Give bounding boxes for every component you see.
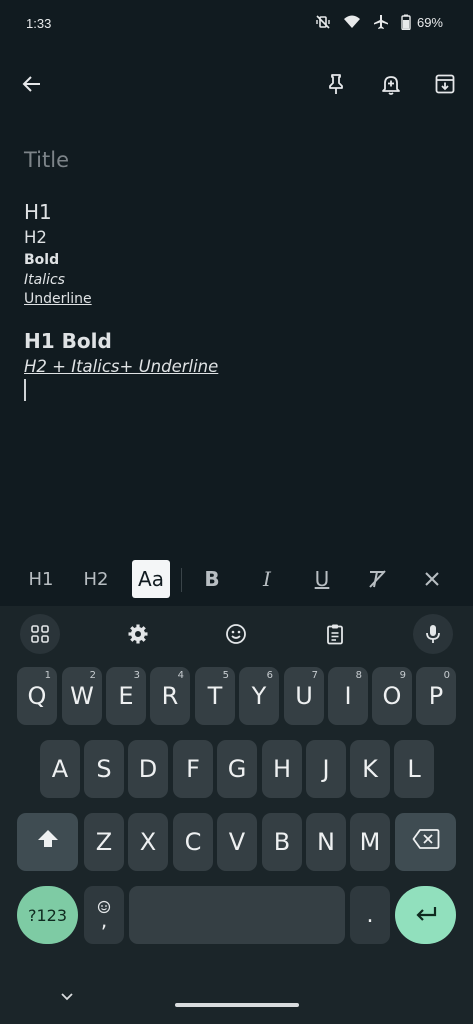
- note-line-italics[interactable]: Italics: [24, 272, 454, 288]
- pin-icon[interactable]: [316, 64, 356, 104]
- note-line-h2[interactable]: H2: [24, 228, 454, 247]
- key-hint: 2: [89, 670, 96, 681]
- title-field[interactable]: Title: [24, 148, 454, 176]
- battery-icon: [401, 14, 411, 30]
- space-bar[interactable]: [129, 886, 345, 944]
- key-t[interactable]: T5: [195, 667, 235, 725]
- key-label: W: [70, 682, 94, 710]
- vibrate-off-icon: [315, 14, 331, 30]
- key-hint: 4: [177, 670, 184, 681]
- note-line-h2-italics-underline[interactable]: H2 + Italics+ Underline: [24, 357, 454, 376]
- key-y[interactable]: Y6: [239, 667, 279, 725]
- backspace-key[interactable]: [395, 813, 456, 871]
- key-label: O: [382, 682, 402, 710]
- battery-percent: 69%: [416, 14, 443, 30]
- on-screen-keyboard: Q1 W2 E3 R4 T5 Y6 U7 I8 O9 P0 A S D F G …: [0, 606, 473, 1024]
- key-e[interactable]: E3: [106, 667, 146, 725]
- symbols-key[interactable]: ?123: [17, 886, 78, 944]
- notes-app: 1:33 69% Title H1 H2 Bold Italics Underl…: [0, 0, 473, 1024]
- airplane-icon: [373, 14, 389, 30]
- period-key[interactable]: .: [350, 886, 390, 944]
- shift-key[interactable]: [17, 813, 78, 871]
- enter-arrow-icon: [414, 901, 438, 929]
- format-underline-button[interactable]: U: [303, 560, 341, 598]
- key-g[interactable]: G: [217, 740, 257, 798]
- clipboard-icon[interactable]: [315, 614, 355, 654]
- status-time: 1:33: [26, 16, 52, 31]
- key-n[interactable]: N: [306, 813, 346, 871]
- key-p[interactable]: P0: [416, 667, 456, 725]
- note-line-bold[interactable]: Bold: [24, 252, 454, 268]
- format-italic-button[interactable]: I: [248, 560, 286, 598]
- key-label: Q: [27, 682, 47, 710]
- close-icon[interactable]: [413, 560, 451, 598]
- chevron-down-icon[interactable]: [56, 986, 78, 1008]
- comma-emoji-key[interactable]: ,: [84, 886, 124, 944]
- format-h1-button[interactable]: H1: [22, 560, 60, 598]
- key-label: T: [207, 682, 223, 710]
- key-v[interactable]: V: [217, 813, 257, 871]
- note-editor[interactable]: Title H1 H2 Bold Italics Underline H1 Bo…: [24, 148, 454, 401]
- key-label: E: [118, 682, 134, 710]
- toolbar-divider: [181, 568, 182, 592]
- clear-format-icon[interactable]: [358, 560, 396, 598]
- note-line-underline[interactable]: Underline: [24, 291, 454, 307]
- key-hint: 1: [44, 670, 51, 681]
- status-bar: 1:33 69%: [0, 0, 473, 46]
- status-icons: 69%: [315, 14, 443, 30]
- key-a[interactable]: A: [40, 740, 80, 798]
- key-k[interactable]: K: [350, 740, 390, 798]
- note-line-h1[interactable]: H1: [24, 200, 454, 224]
- key-x[interactable]: X: [128, 813, 168, 871]
- key-hint: 5: [222, 670, 229, 681]
- key-d[interactable]: D: [128, 740, 168, 798]
- text-cursor: [24, 379, 26, 401]
- key-i[interactable]: I8: [328, 667, 368, 725]
- key-b[interactable]: B: [262, 813, 302, 871]
- note-line-h1-bold[interactable]: H1 Bold: [24, 329, 454, 353]
- key-j[interactable]: J: [306, 740, 346, 798]
- reminder-bell-icon[interactable]: [371, 64, 411, 104]
- key-h[interactable]: H: [262, 740, 302, 798]
- apps-grid-icon[interactable]: [20, 614, 60, 654]
- format-normal-text-button[interactable]: Aa: [132, 560, 170, 598]
- key-l[interactable]: L: [394, 740, 434, 798]
- key-r[interactable]: R4: [150, 667, 190, 725]
- key-m[interactable]: M: [350, 813, 390, 871]
- navigation-handle[interactable]: [175, 1003, 299, 1007]
- key-hint: 3: [133, 670, 140, 681]
- back-arrow-icon[interactable]: [12, 64, 52, 104]
- format-h2-button[interactable]: H2: [77, 560, 115, 598]
- key-hint: 8: [355, 670, 362, 681]
- emoji-icon[interactable]: [216, 614, 256, 654]
- shift-icon: [36, 827, 60, 857]
- key-c[interactable]: C: [173, 813, 213, 871]
- formatting-toolbar: H1 H2 Aa B I U: [0, 558, 473, 602]
- key-label: P: [428, 682, 444, 710]
- backspace-icon: [412, 828, 440, 856]
- key-hint: 6: [266, 670, 273, 681]
- key-hint: 7: [311, 670, 318, 681]
- key-o[interactable]: O9: [372, 667, 412, 725]
- key-s[interactable]: S: [84, 740, 124, 798]
- key-u[interactable]: U7: [284, 667, 324, 725]
- key-label: I: [344, 682, 352, 710]
- enter-key[interactable]: [395, 886, 456, 944]
- key-w[interactable]: W2: [62, 667, 102, 725]
- comma-label: ,: [100, 908, 108, 932]
- key-z[interactable]: Z: [84, 813, 124, 871]
- settings-gear-icon[interactable]: [118, 614, 158, 654]
- key-q[interactable]: Q1: [17, 667, 57, 725]
- wifi-icon: [343, 14, 361, 30]
- key-label: U: [295, 682, 313, 710]
- key-label: Y: [251, 682, 267, 710]
- key-label: R: [161, 682, 179, 710]
- archive-icon[interactable]: [425, 64, 465, 104]
- key-hint: 9: [399, 670, 406, 681]
- key-f[interactable]: F: [173, 740, 213, 798]
- top-app-bar: [0, 58, 473, 110]
- key-hint: 0: [443, 670, 450, 681]
- microphone-icon[interactable]: [413, 614, 453, 654]
- format-bold-button[interactable]: B: [193, 560, 231, 598]
